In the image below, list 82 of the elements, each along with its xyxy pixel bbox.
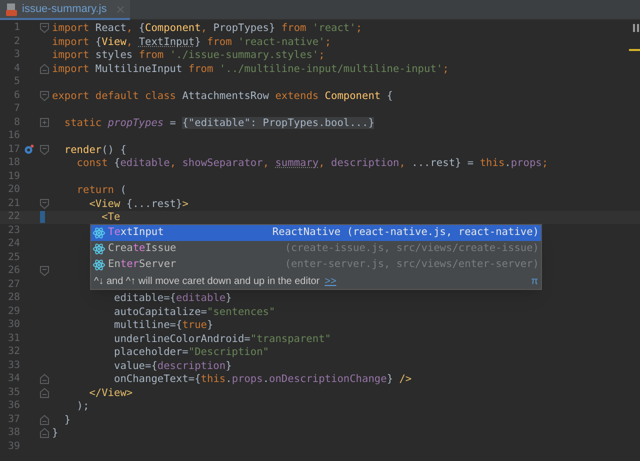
code-line: import styles from './issue-summary.styles'; [52,50,325,60]
scroll-marker [629,49,640,51]
more-link[interactable]: >> [324,274,336,288]
line-number: 38 [6,428,20,438]
completion-detail: ReactNative (react-native.js, react-native) [272,225,539,240]
line-number: 26 [6,266,20,276]
line-number: 3 [12,50,20,60]
line-number: 7 [12,104,20,114]
line-number: 18 [6,158,20,168]
line-number: 6 [12,90,20,101]
code-line: ); [76,401,90,412]
code-line: autoCapitalize="sentences" [112,306,276,317]
code-line: value={description} [112,360,232,371]
line-number: 2 [12,36,20,47]
code-line: } [52,428,58,438]
line-number: 19 [6,172,20,182]
fold-icon[interactable] [40,64,49,74]
atom-icon [93,227,105,239]
line-number: 20 [6,185,20,196]
line-number: 16 [6,131,20,142]
line-number: 29 [6,306,20,317]
code-line: import MultilineInput from '../multiline-input/multiline-input'; [52,64,449,74]
line-number: 5 [12,77,20,88]
fold-icon[interactable] [40,414,49,425]
code-line: <View {...rest}> [88,198,188,209]
line-number: 24 [6,239,20,250]
code-line: multiline={true} [112,320,214,330]
pi-symbol[interactable]: π [531,274,538,288]
completion-name: TextInput [108,225,164,240]
override-icon[interactable] [24,144,34,156]
code-line: export default class AttachmentsRow extends Component { [52,90,394,101]
fold-icon[interactable] [40,388,49,398]
fold-icon[interactable] [40,90,49,101]
js-file-icon [6,2,18,16]
line-number: 33 [6,360,20,371]
code-line: const {editable, showSeparator, summary, description, ...rest} = this.props; [76,158,548,168]
line-number: 4 [12,64,20,74]
hint-text: ^↓ and ^↑ will move caret down and up in the editor [94,274,320,288]
fold-icon[interactable] [40,144,49,155]
line-number: 30 [6,320,20,330]
fold-icon[interactable] [40,23,49,34]
inspection-icon [633,24,639,32]
line-number: 34 [6,374,20,384]
line-number: 36 [6,401,20,412]
code-line: editable={editable} [112,293,232,304]
line-number: 17 [6,144,20,155]
code-line: <Te [100,212,120,222]
code-line: </View> [88,388,133,398]
code-line: import {View, TextInput} from 'react-native'; [52,36,332,47]
line-number: 31 [6,334,20,344]
line-number: 8 [12,118,20,128]
atom-icon [93,243,105,255]
fold-icon[interactable] [40,374,49,384]
code-line: return ( [76,185,126,196]
completion-name: EnterServer [108,257,176,272]
completion-name: CreateIssue [108,241,176,256]
code-line: import React, {Component, PropTypes} from 'react'; [52,23,362,34]
code-line: render() { [63,144,126,155]
line-number: 25 [6,252,20,263]
line-number: 21 [6,198,20,209]
unfold-icon[interactable] [40,118,49,128]
completion-item[interactable]: TextInput ReactNative (react-native.js, react-native) [91,225,541,241]
line-number: 32 [6,347,20,358]
code-line: static propTypes = {"editable": PropTypes.bool...} [63,118,374,128]
close-icon[interactable] [116,6,124,12]
code-line: placeholder="Description" [112,347,269,358]
line-number: 23 [6,226,20,236]
line-number: 37 [6,414,20,425]
code-line: underlineColorAndroid="transparent" [112,334,331,344]
tab-title: issue-summary.js [22,2,107,17]
code-line: } [63,414,71,425]
line-number: 28 [6,293,20,304]
editor-tab[interactable]: issue-summary.js [0,0,130,20]
line-number: 39 [6,442,20,452]
line-number: 27 [6,280,20,290]
fold-icon[interactable] [40,198,49,209]
line-number: 35 [6,388,20,398]
atom-icon [93,259,105,271]
line-number: 1 [12,23,20,34]
code-line: onChangeText={this.props.onDescriptionChange} /> [112,374,412,384]
fold-icon[interactable] [40,428,49,438]
fold-icon[interactable] [40,266,49,276]
